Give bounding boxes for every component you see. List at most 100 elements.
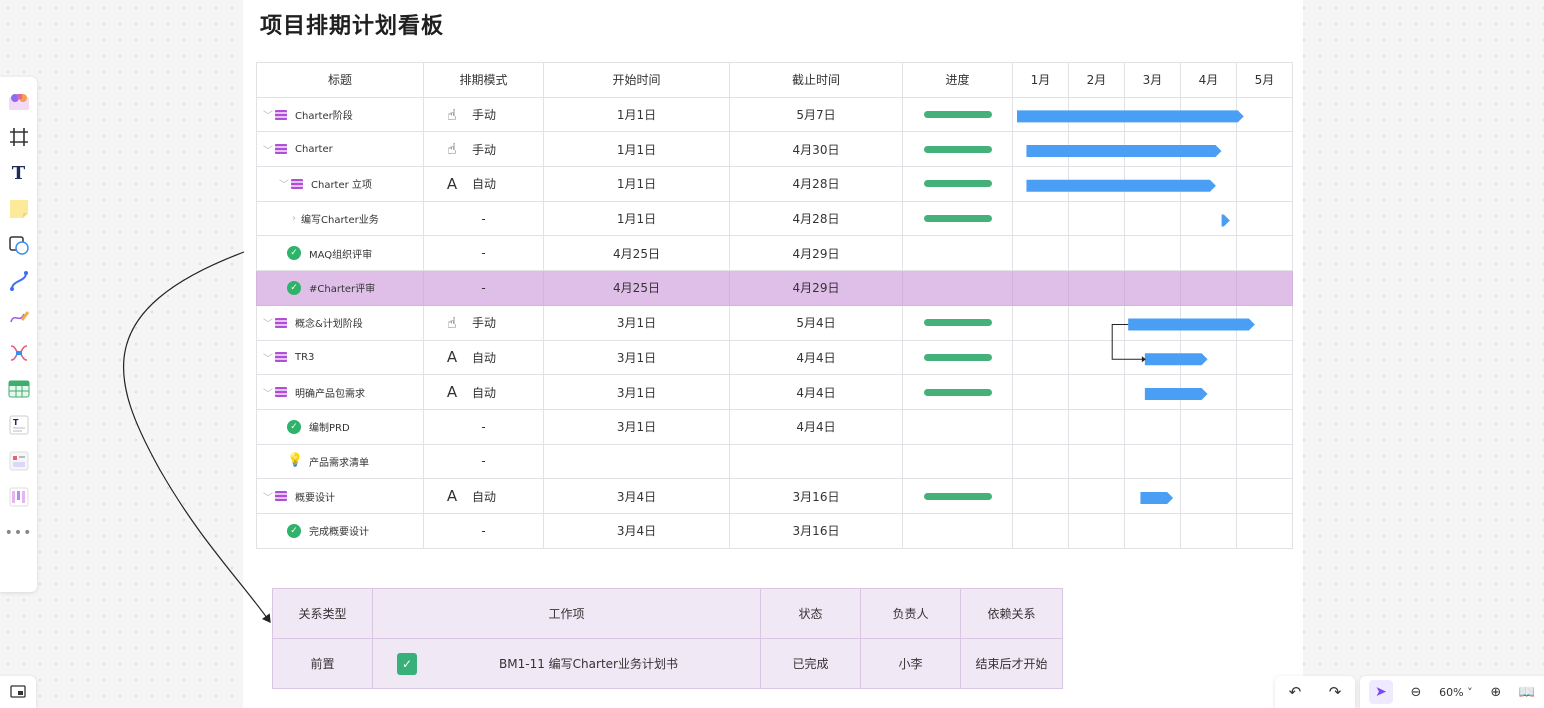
gantt-row[interactable]: ✓ MAQ组织评审 - 4月25日 4月29日 (256, 235, 1293, 272)
task-end[interactable]: 4月4日 (729, 374, 903, 410)
redo-icon[interactable]: ↷ (1329, 683, 1342, 701)
gantt-row[interactable]: ✓ #Charter评审 - 4月25日 4月29日 (256, 270, 1293, 306)
select-pointer-icon[interactable]: ➤ (1368, 680, 1393, 704)
task-title-cell[interactable]: ﹀ 概要设计 (256, 478, 424, 514)
task-title[interactable]: 概要设计 (295, 489, 335, 504)
zoom-in-icon[interactable]: ⊕ (1490, 685, 1501, 700)
kanban-icon[interactable] (6, 448, 32, 474)
task-title-cell[interactable]: ﹀ Charter阶段 (256, 96, 424, 133)
template-icon[interactable] (6, 88, 32, 114)
task-start[interactable] (543, 443, 730, 480)
gantt-row[interactable]: ✓ 完成概要设计 - 3月4日 3月16日 (256, 512, 1293, 549)
header-progress[interactable]: 进度 (902, 62, 1013, 98)
expand-chevron-icon[interactable]: ﹀ (261, 489, 275, 504)
connector-icon[interactable] (6, 268, 32, 294)
task-mode-cell[interactable]: - (423, 270, 544, 306)
relation-item[interactable]: BM1-11 编写Charter业务计划书 (417, 655, 760, 672)
text-card-icon[interactable]: T (6, 412, 32, 438)
task-title-cell[interactable]: ﹀ Charter 立项 (256, 166, 424, 202)
pen-icon[interactable] (6, 304, 32, 330)
task-mode-cell[interactable]: ☝ 手动 (423, 304, 544, 341)
gantt-icon[interactable] (6, 484, 32, 510)
task-start[interactable]: 3月1日 (543, 408, 730, 445)
task-start[interactable]: 4月25日 (543, 235, 730, 272)
task-mode-cell[interactable]: A 自动 (423, 339, 544, 376)
zoom-level-select[interactable]: 60% ˅ (1439, 686, 1472, 699)
gantt-row[interactable]: ﹀ Charter 立项 A 自动 1月1日 4月28日 (256, 166, 1293, 202)
task-start[interactable]: 3月1日 (543, 304, 730, 341)
task-start[interactable]: 1月1日 (543, 166, 730, 202)
task-start[interactable]: 1月1日 (543, 96, 730, 133)
task-title[interactable]: 完成概要设计 (309, 523, 369, 538)
task-mode-cell[interactable]: - (423, 200, 544, 237)
more-icon[interactable]: ••• (5, 520, 32, 546)
task-mode-cell[interactable]: - (423, 512, 544, 549)
sticky-note-icon[interactable] (6, 196, 32, 222)
task-title[interactable]: 概念&计划阶段 (295, 315, 363, 330)
gantt-row[interactable]: ﹀ TR3 A 自动 3月1日 4月4日 (256, 339, 1293, 376)
zoom-out-icon[interactable]: ⊖ (1411, 685, 1422, 700)
relation-item-cell[interactable]: ✓ BM1-11 编写Charter业务计划书 (372, 638, 761, 689)
task-end[interactable]: 4月28日 (729, 200, 903, 237)
expand-chevron-icon[interactable]: ﹀ (261, 315, 275, 330)
task-title-cell[interactable]: ✓ #Charter评审 (256, 270, 424, 306)
table-icon[interactable] (6, 376, 32, 402)
text-icon[interactable]: T (6, 160, 32, 186)
task-title[interactable]: TR3 (295, 352, 314, 363)
task-end[interactable]: 4月29日 (729, 270, 903, 306)
task-title[interactable]: Charter阶段 (295, 107, 353, 122)
expand-chevron-icon[interactable]: ﹀ (277, 176, 291, 191)
gantt-row[interactable]: ﹀ 明确产品包需求 A 自动 3月1日 4月4日 (256, 374, 1293, 410)
gantt-row[interactable]: ﹀ Charter ☝ 手动 1月1日 4月30日 (256, 131, 1293, 168)
gantt-row[interactable]: › 编写Charter业务 - 1月1日 4月28日 (256, 200, 1293, 237)
task-end[interactable]: 4月30日 (729, 131, 903, 168)
task-mode-cell[interactable]: ☝ 手动 (423, 131, 544, 168)
task-mode-cell[interactable]: A 自动 (423, 374, 544, 410)
task-end[interactable]: 4月4日 (729, 339, 903, 376)
task-start[interactable]: 1月1日 (543, 200, 730, 237)
expand-chevron-icon[interactable]: ﹀ (261, 385, 275, 400)
gantt-row[interactable]: ﹀ 概要设计 A 自动 3月4日 3月16日 (256, 478, 1293, 514)
task-start[interactable]: 3月4日 (543, 512, 730, 549)
task-mode-cell[interactable]: - (423, 443, 544, 480)
mindmap-icon[interactable] (6, 340, 32, 366)
expand-chevron-icon[interactable]: › (287, 213, 301, 224)
expand-chevron-icon[interactable]: ﹀ (261, 142, 275, 157)
expand-chevron-icon[interactable]: ﹀ (261, 107, 275, 122)
task-end[interactable]: 4月4日 (729, 408, 903, 445)
task-end[interactable]: 5月7日 (729, 96, 903, 133)
task-title-cell[interactable]: › 编写Charter业务 (256, 200, 424, 237)
task-title[interactable]: #Charter评审 (309, 280, 375, 295)
task-mode-cell[interactable]: - (423, 235, 544, 272)
gantt-row[interactable]: ﹀ 概念&计划阶段 ☝ 手动 3月1日 5月4日 (256, 304, 1293, 341)
task-title-cell[interactable]: 💡 产品需求清单 (256, 443, 424, 480)
expand-chevron-icon[interactable]: ﹀ (261, 350, 275, 365)
task-title[interactable]: 明确产品包需求 (295, 385, 365, 400)
task-title-cell[interactable]: ﹀ TR3 (256, 339, 424, 376)
task-end[interactable]: 4月29日 (729, 235, 903, 272)
minimap-button[interactable] (0, 676, 36, 708)
task-title-cell[interactable]: ✓ MAQ组织评审 (256, 235, 424, 272)
task-title[interactable]: 编制PRD (309, 419, 350, 434)
header-end[interactable]: 截止时间 (729, 62, 903, 98)
task-title-cell[interactable]: ✓ 完成概要设计 (256, 512, 424, 549)
task-end[interactable]: 4月28日 (729, 166, 903, 202)
task-title-cell[interactable]: ﹀ Charter (256, 131, 424, 168)
task-end[interactable]: 5月4日 (729, 304, 903, 341)
task-start[interactable]: 3月1日 (543, 339, 730, 376)
task-title-cell[interactable]: ﹀ 概念&计划阶段 (256, 304, 424, 341)
gantt-row[interactable]: 💡 产品需求清单 - (256, 443, 1293, 480)
task-end[interactable]: 3月16日 (729, 512, 903, 549)
task-title[interactable]: Charter (295, 144, 333, 155)
task-title[interactable]: MAQ组织评审 (309, 246, 372, 261)
task-start[interactable]: 3月4日 (543, 478, 730, 514)
task-mode-cell[interactable]: ☝ 手动 (423, 96, 544, 133)
book-icon[interactable]: 📖 (1519, 685, 1535, 700)
relation-row[interactable]: 前置 ✓ BM1-11 编写Charter业务计划书 已完成 小李 结束后才开始 (272, 638, 1063, 689)
task-title-cell[interactable]: ✓ 编制PRD (256, 408, 424, 445)
task-end[interactable]: 3月16日 (729, 478, 903, 514)
frame-icon[interactable] (6, 124, 32, 150)
task-mode-cell[interactable]: A 自动 (423, 166, 544, 202)
task-title[interactable]: Charter 立项 (311, 176, 372, 191)
task-title[interactable]: 编写Charter业务 (301, 211, 379, 226)
